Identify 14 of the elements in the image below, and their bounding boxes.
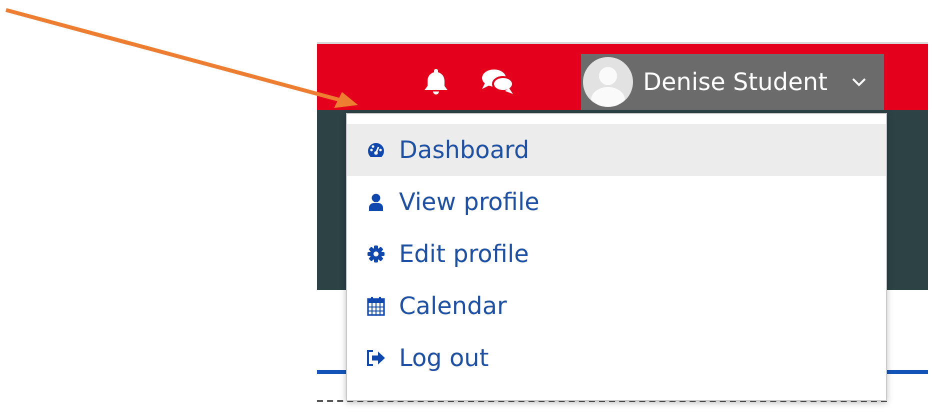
logout-icon (366, 350, 386, 366)
menu-item[interactable]: Dashboard (347, 124, 886, 176)
calendar-icon (367, 296, 385, 316)
avatar-icon (583, 57, 633, 107)
settings-icon (367, 245, 385, 263)
gauge-icon (367, 142, 385, 158)
menu-item[interactable]: View profile (347, 176, 886, 228)
menu-item[interactable]: Calendar (347, 280, 886, 332)
user-icon (369, 193, 383, 211)
menu-item[interactable]: Log out (347, 332, 886, 384)
menu-item[interactable]: Edit profile (347, 228, 886, 280)
user-menu-button[interactable]: Denise Student (581, 54, 884, 110)
chat-bubbles-icon[interactable] (481, 67, 515, 97)
chevron-down-icon (852, 78, 866, 86)
